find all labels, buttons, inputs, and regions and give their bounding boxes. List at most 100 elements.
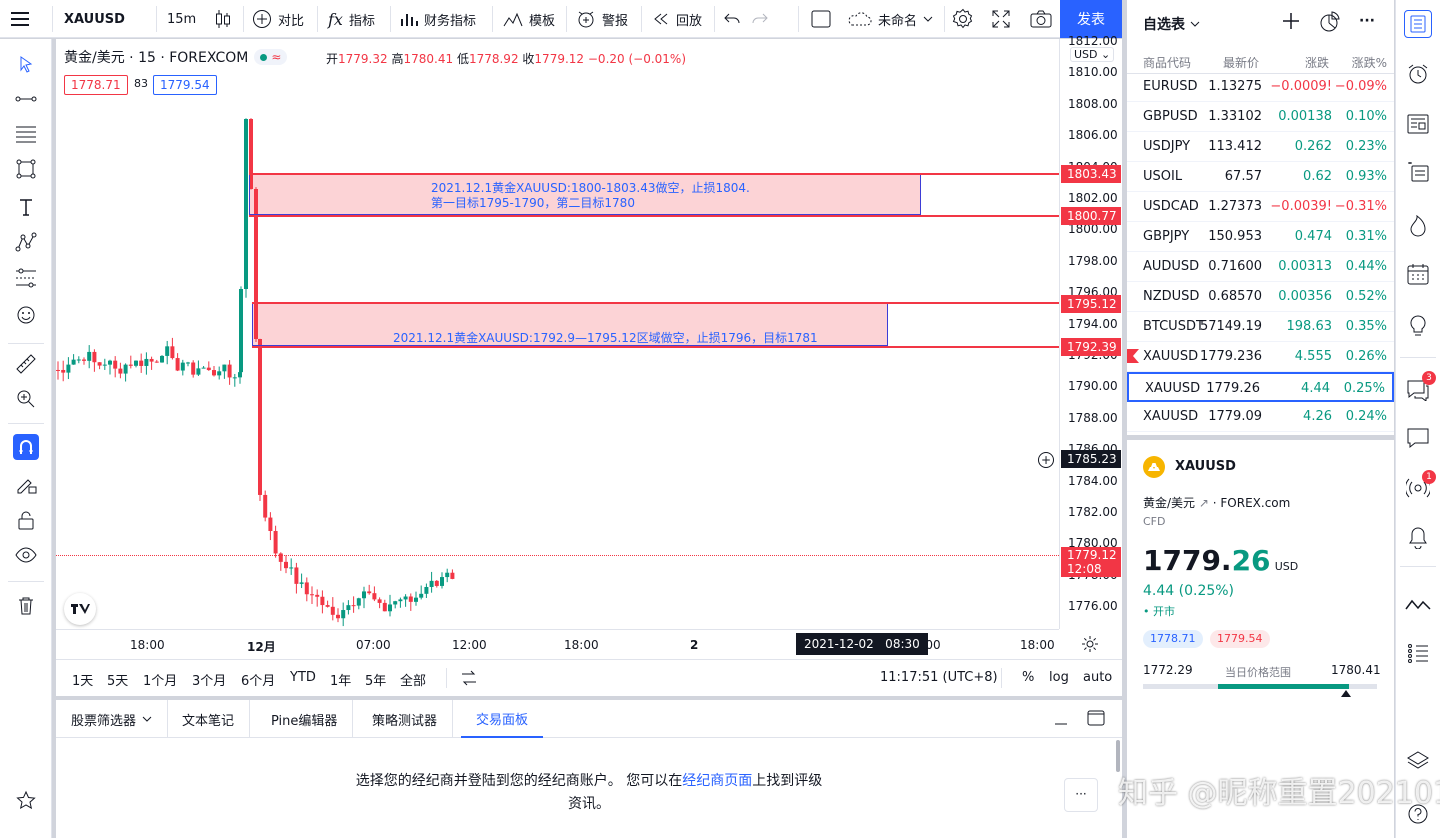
- emoji-smiley-icon[interactable]: [13, 302, 39, 328]
- percent-scale-toggle[interactable]: %: [1022, 670, 1034, 685]
- trend-line-icon[interactable]: [13, 86, 39, 112]
- watchlist-row[interactable]: BTCUSDT 57149.19 198.63 0.35%: [1127, 312, 1394, 342]
- ideas-lightbulb-icon[interactable]: [1404, 312, 1432, 340]
- flag-marker-icon[interactable]: [1127, 349, 1139, 363]
- tab-text-notes[interactable]: 文本笔记: [167, 700, 251, 738]
- settings-gear-icon[interactable]: [952, 0, 974, 38]
- watchlist-row[interactable]: USDCAD 1.27373 −0.0039! −0.31%: [1127, 192, 1394, 222]
- symbol-search-button[interactable]: XAUUSD: [64, 0, 125, 38]
- scale-settings-gear-icon[interactable]: [1081, 635, 1099, 657]
- buy-price-box[interactable]: 1779.54: [153, 75, 217, 95]
- tab-pine-editor[interactable]: Pine编辑器: [256, 700, 354, 738]
- tab-strategy-tester[interactable]: 策略测试器: [357, 700, 454, 738]
- alert-button[interactable]: 警报: [576, 0, 628, 38]
- tab-stock-screener[interactable]: 股票筛选器: [56, 700, 169, 738]
- watchlist-row[interactable]: NZDUSD 0.68570 0.00356 0.52%: [1127, 282, 1394, 312]
- external-link-icon[interactable]: ↗: [1199, 496, 1209, 510]
- templates-button[interactable]: 模板: [503, 0, 555, 38]
- financials-button[interactable]: 财务指标: [400, 0, 476, 38]
- watchlist-row[interactable]: GBPUSD 1.33102 0.00138 0.10%: [1127, 102, 1394, 132]
- chart-pane[interactable]: 2021.12.1黄金XAUUSD:1800-1803.43做空，止损1804.…: [56, 34, 1122, 659]
- watchlist-row[interactable]: USOIL 67.57 0.62 0.93%: [1127, 162, 1394, 192]
- trash-delete-icon[interactable]: [13, 593, 39, 619]
- watchlist-title[interactable]: 自选表: [1143, 14, 1200, 34]
- lock-icon[interactable]: [13, 507, 39, 533]
- price-scale[interactable]: USD ⌄ 1812.001810.001808.001806.001804.0…: [1059, 34, 1122, 629]
- rectangle-shape-icon[interactable]: [13, 156, 39, 182]
- help-question-icon[interactable]: [1404, 800, 1432, 828]
- replay-button[interactable]: 回放: [652, 0, 702, 38]
- more-options-button[interactable]: ···: [1064, 778, 1098, 812]
- layers-icon[interactable]: [1404, 747, 1432, 775]
- horizontal-line[interactable]: [252, 346, 1059, 348]
- alarm-clock-icon[interactable]: [1404, 60, 1432, 88]
- undo-icon[interactable]: [724, 0, 740, 38]
- interval-button[interactable]: 15m: [167, 0, 196, 38]
- fib-retracement-icon[interactable]: [13, 121, 39, 147]
- time-scale[interactable]: 18:00 12月 07:00 12:00 18:00 2 12:00 18:0…: [56, 629, 1059, 659]
- minimize-panel-icon[interactable]: [1054, 712, 1068, 730]
- compare-button[interactable]: 对比: [252, 0, 304, 38]
- menu-icon[interactable]: [10, 0, 30, 38]
- horizontal-line[interactable]: [252, 302, 1059, 304]
- watchlist-row[interactable]: EURUSD 1.13275 −0.0009! −0.09%: [1127, 72, 1394, 102]
- news-icon[interactable]: [1404, 110, 1432, 138]
- auto-scale-toggle[interactable]: auto: [1083, 670, 1112, 685]
- watchlist-row[interactable]: AUDUSD 0.71600 0.00313 0.44%: [1127, 252, 1394, 282]
- range-1m-button[interactable]: 1个月: [143, 670, 177, 689]
- indicators-button[interactable]: fx 指标: [328, 0, 375, 38]
- range-3m-button[interactable]: 3个月: [192, 670, 226, 689]
- goto-date-icon[interactable]: [460, 670, 478, 690]
- text-tool-icon[interactable]: [13, 194, 39, 220]
- sell-price-box[interactable]: 1778.71: [64, 75, 128, 95]
- detail-symbol[interactable]: XAUUSD: [1175, 459, 1236, 474]
- tab-trading-panel[interactable]: 交易面板: [461, 700, 544, 738]
- range-5y-button[interactable]: 5年: [365, 670, 386, 689]
- layout-name-button[interactable]: 未命名: [846, 0, 933, 38]
- chart-type-candles-icon[interactable]: [214, 0, 232, 38]
- prediction-tool-icon[interactable]: [13, 265, 39, 291]
- publish-button[interactable]: 发表: [1060, 0, 1122, 38]
- layout-select-icon[interactable]: [811, 0, 831, 38]
- log-scale-toggle[interactable]: log: [1049, 670, 1069, 685]
- pie-chart-icon[interactable]: [1318, 11, 1340, 37]
- tradingview-logo-icon[interactable]: [64, 593, 96, 625]
- dom-order-book-icon[interactable]: [1404, 640, 1432, 668]
- maximize-panel-icon[interactable]: [1087, 710, 1105, 730]
- range-all-button[interactable]: 全部: [400, 670, 426, 689]
- legend-title[interactable]: 黄金/美元 · 15 · FOREXCOM: [64, 47, 248, 67]
- panel-scrollbar[interactable]: [1116, 740, 1120, 772]
- range-ytd-button[interactable]: YTD: [290, 670, 316, 685]
- pattern-tool-icon[interactable]: [13, 229, 39, 255]
- currency-select[interactable]: USD ⌄: [1070, 47, 1115, 62]
- fullscreen-icon[interactable]: [992, 0, 1010, 38]
- watchlist-row[interactable]: GBPJPY 150.953 0.474 0.31%: [1127, 222, 1394, 252]
- redo-icon[interactable]: [752, 0, 768, 38]
- notifications-bell-icon[interactable]: [1404, 524, 1432, 552]
- magnet-mode-icon[interactable]: [13, 434, 39, 460]
- range-6m-button[interactable]: 6个月: [241, 670, 275, 689]
- range-1d-button[interactable]: 1天: [72, 670, 93, 689]
- cursor-arrow-icon[interactable]: [13, 51, 39, 77]
- calendar-icon[interactable]: [1404, 260, 1432, 288]
- screenshot-camera-icon[interactable]: [1030, 0, 1052, 38]
- eye-visibility-icon[interactable]: [13, 542, 39, 568]
- more-dots-icon[interactable]: ···: [1359, 13, 1375, 29]
- horizontal-line[interactable]: [249, 215, 1059, 217]
- range-1y-button[interactable]: 1年: [330, 670, 351, 689]
- trend-wave-icon[interactable]: [1404, 590, 1432, 618]
- broker-page-link[interactable]: 经纪商页面: [682, 773, 752, 789]
- watchlist-panel-icon[interactable]: [1404, 10, 1432, 38]
- hotlist-fire-icon[interactable]: [1404, 212, 1432, 240]
- watchlist-row[interactable]: XAUUSD 1779.236 4.555 0.26%: [1127, 342, 1394, 372]
- watchlist-row[interactable]: USDJPY 113.412 0.262 0.23%: [1127, 132, 1394, 162]
- watchlist-row[interactable]: XAUUSD 1779.26 4.44 0.25%: [1127, 372, 1394, 402]
- star-favorite-icon[interactable]: [13, 787, 39, 813]
- add-plus-icon[interactable]: +: [1038, 452, 1054, 468]
- data-window-icon[interactable]: [1404, 158, 1432, 186]
- messages-icon[interactable]: [1404, 424, 1432, 452]
- lock-drawing-pencil-icon[interactable]: [13, 471, 39, 497]
- zoom-in-icon[interactable]: [13, 386, 39, 412]
- ruler-measure-icon[interactable]: [13, 351, 39, 377]
- add-symbol-plus-icon[interactable]: [1282, 12, 1300, 34]
